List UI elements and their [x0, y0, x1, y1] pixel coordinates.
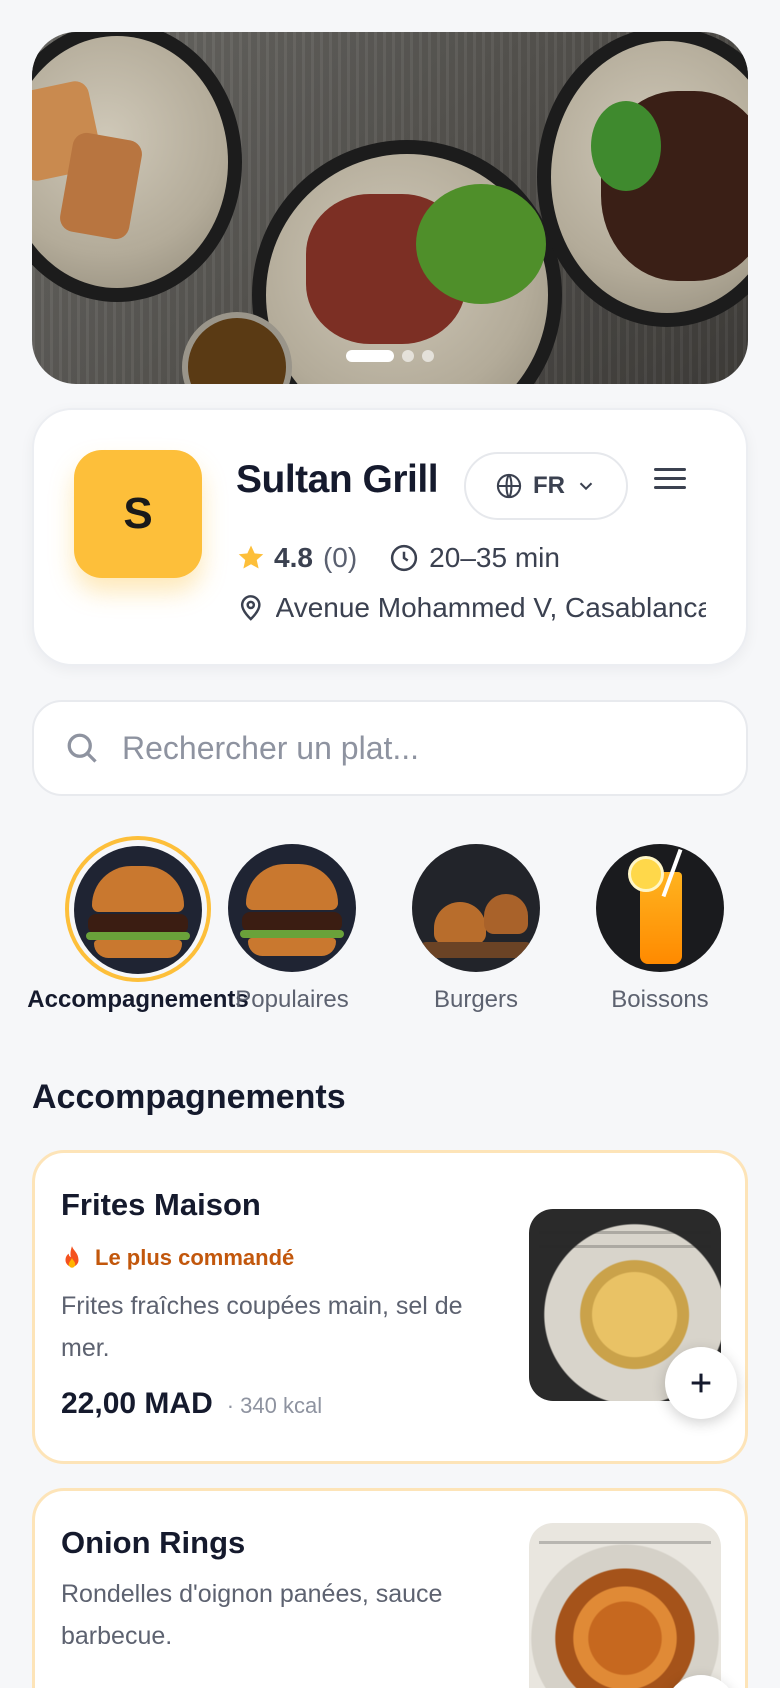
clock-icon — [391, 544, 418, 572]
star-icon — [238, 545, 264, 569]
hero-carousel[interactable] — [32, 32, 748, 384]
search-input[interactable] — [122, 729, 682, 767]
rating-value: 4.8 — [274, 542, 313, 573]
fire-icon — [65, 1246, 79, 1268]
category-image — [412, 844, 540, 972]
category-image — [596, 844, 724, 972]
category-image — [228, 844, 356, 972]
add-to-cart-button[interactable] — [665, 1347, 737, 1419]
product-card[interactable]: Frites Maison Le plus commandé Frites fr… — [32, 1150, 748, 1464]
delivery-time: 20–35 min — [429, 542, 560, 573]
category-boissons[interactable]: Boissons — [575, 836, 745, 1014]
category-image — [74, 846, 202, 974]
product-description: Rondelles d'oignon panées, sauce barbecu… — [61, 1580, 443, 1650]
product-description: Frites fraîches coupées main, sel de mer… — [61, 1292, 463, 1362]
bestseller-badge: Le plus commandé — [61, 1245, 294, 1271]
hero-food-image-right — [537, 32, 748, 327]
restaurant-address: Avenue Mohammed V, Casablanca — [275, 592, 706, 623]
category-populaires[interactable]: Populaires — [207, 836, 377, 1014]
review-count: (0) — [322, 542, 358, 573]
language-code: FR — [533, 472, 565, 499]
language-selector[interactable]: FR — [464, 452, 628, 520]
restaurant-meta: 4.8 (0) 20–35 min — [236, 542, 560, 574]
chevron-down-icon — [579, 482, 593, 491]
globe-icon — [496, 473, 522, 499]
badge-label: Le plus commandé — [95, 1245, 295, 1270]
carousel-indicators — [346, 350, 434, 362]
hero-food-image — [32, 32, 242, 302]
location-pin-icon — [240, 595, 261, 621]
category-label: Burgers — [433, 986, 519, 1013]
category-burgers[interactable]: Burgers — [391, 836, 561, 1014]
category-carousel: Accompagnements Populaires Burgers Boiss… — [0, 836, 780, 1026]
search-bar[interactable] — [32, 700, 748, 796]
product-name: Frites Maison — [61, 1187, 261, 1222]
hero-food-image-main — [252, 140, 562, 384]
restaurant-address-row: Avenue Mohammed V, Casablanca — [236, 592, 706, 624]
category-label: Populaires — [235, 986, 349, 1013]
carousel-dot[interactable] — [402, 350, 414, 362]
hamburger-menu-icon[interactable] — [650, 462, 690, 502]
category-label: Boissons — [611, 986, 709, 1013]
carousel-dot-active[interactable] — [346, 350, 394, 362]
product-price: 22,00 MAD — [61, 1387, 213, 1420]
carousel-dot[interactable] — [422, 350, 434, 362]
product-name: Onion Rings — [61, 1525, 246, 1560]
restaurant-info-card: S Sultan Grill FR 4.8 (0) 20–35 min Aven… — [32, 408, 748, 666]
section-title: Accompagnements — [32, 1078, 346, 1116]
category-accompagnements[interactable]: Accompagnements — [27, 836, 249, 1014]
restaurant-logo: S — [74, 450, 202, 578]
product-card[interactable]: Onion Rings Rondelles d'oignon panées, s… — [32, 1488, 748, 1688]
product-image — [529, 1523, 721, 1688]
plus-icon — [691, 1373, 711, 1393]
search-icon — [67, 733, 97, 763]
product-price-row: 22,00 MAD · 340 kcal — [61, 1387, 322, 1421]
product-calories: · 340 kcal — [226, 1393, 323, 1418]
restaurant-name: Sultan Grill — [236, 458, 439, 501]
